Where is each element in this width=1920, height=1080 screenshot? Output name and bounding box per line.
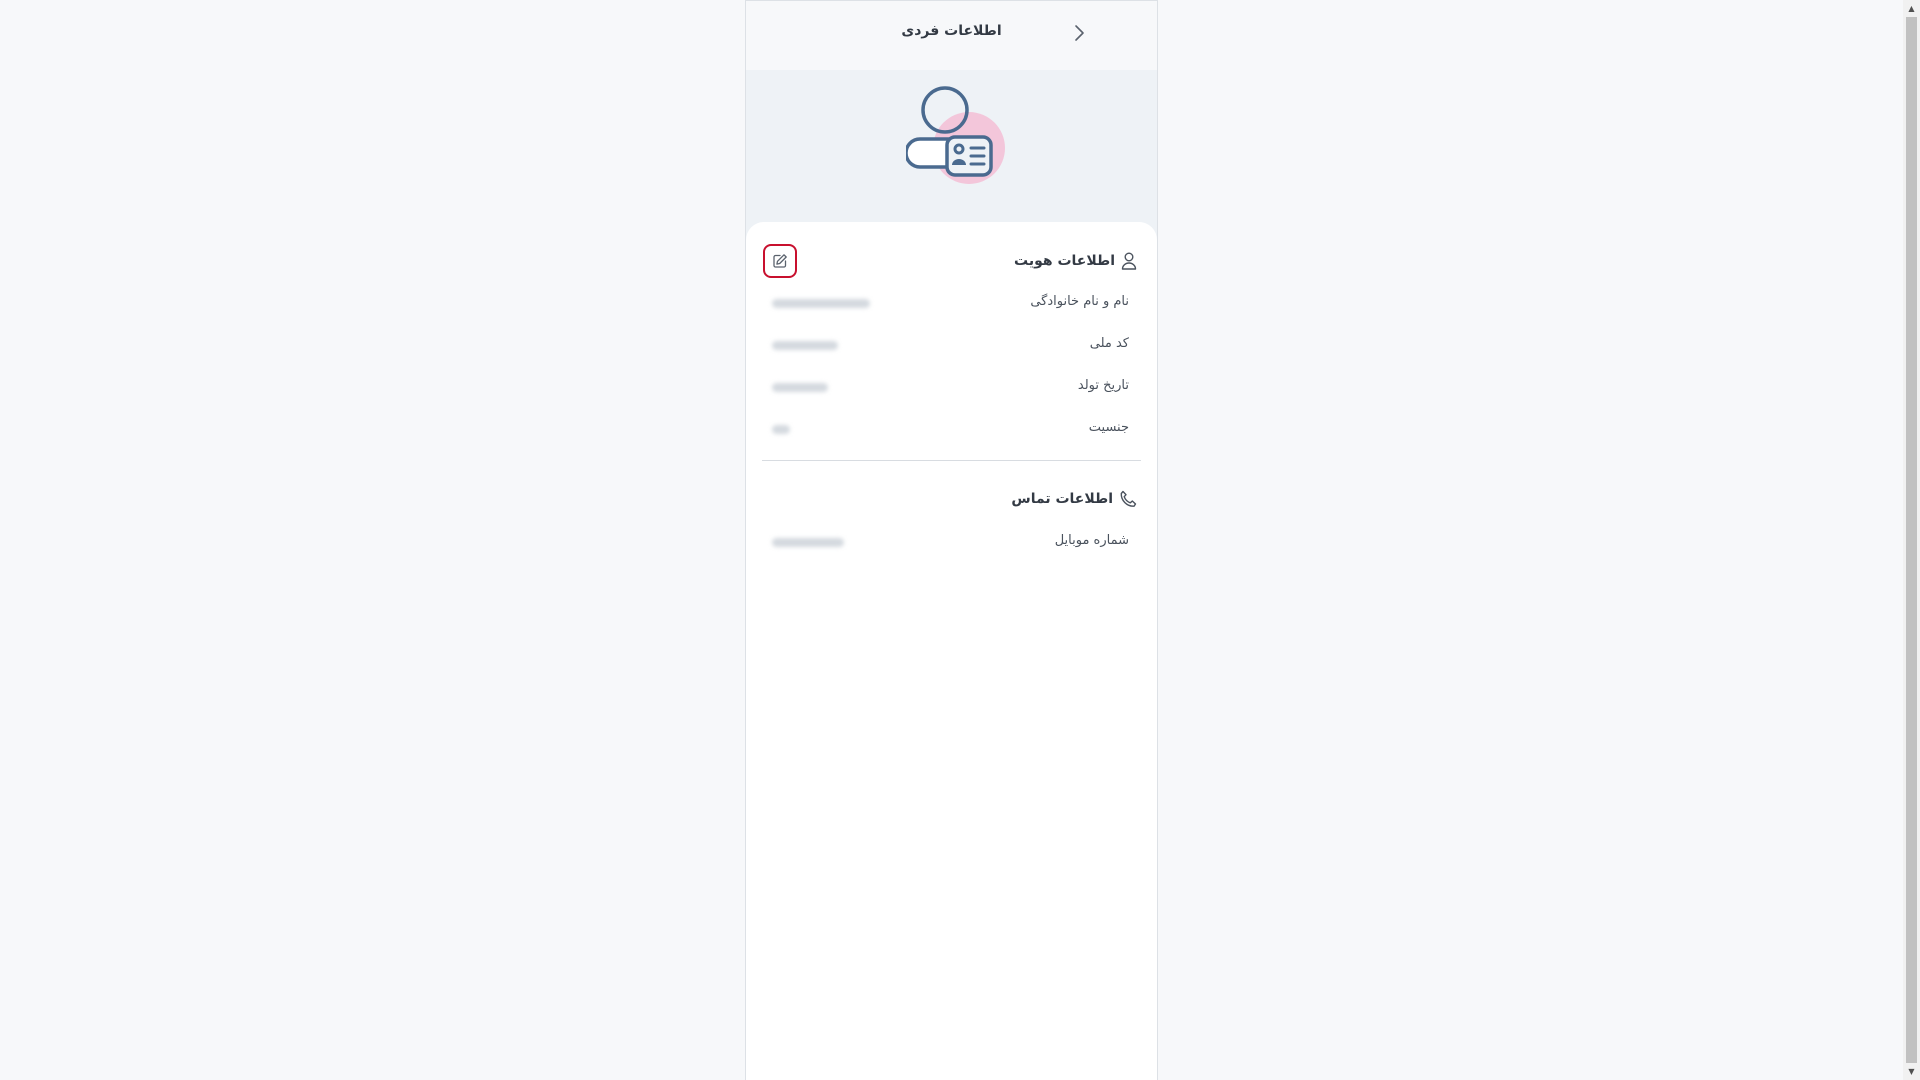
identity-section-title: اطلاعات هویت	[1014, 253, 1115, 269]
scrollbar-thumb[interactable]	[1906, 17, 1917, 1063]
field-label: شماره موبایل	[1054, 533, 1129, 548]
page-title: اطلاعات فردی	[901, 23, 1002, 39]
profile-card-illustration-icon	[906, 86, 1005, 184]
field-value-redacted	[772, 299, 870, 308]
field-birth-date: تاریخ تولد	[772, 378, 1129, 398]
field-full-name: نام و نام خانوادگی	[772, 294, 1129, 314]
field-label: کد ملی	[1089, 336, 1129, 351]
field-mobile-number: شماره موبایل	[772, 533, 1129, 553]
field-value-redacted	[772, 383, 828, 392]
scroll-up-icon[interactable]: ▲	[1903, 0, 1920, 17]
field-label: جنسیت	[1088, 420, 1129, 435]
scroll-down-icon[interactable]: ▼	[1903, 1063, 1920, 1080]
top-bar: اطلاعات فردی	[746, 0, 1157, 70]
info-card: اطلاعات هویت نام و نام خانوادگی کد ملی ت…	[746, 222, 1157, 1080]
field-gender: جنسیت	[772, 420, 1129, 440]
contact-section-title: اطلاعات تماس	[1011, 491, 1113, 507]
field-value-redacted	[772, 425, 790, 434]
chevron-right-icon	[1075, 25, 1084, 41]
edit-identity-button[interactable]	[763, 244, 797, 278]
phone-icon	[1120, 490, 1137, 507]
field-national-code: کد ملی	[772, 336, 1129, 356]
contact-section-header: اطلاعات تماس	[1011, 488, 1137, 510]
field-value-redacted	[772, 341, 838, 350]
back-button[interactable]	[1067, 21, 1091, 45]
profile-hero	[746, 70, 1157, 240]
vertical-scrollbar[interactable]: ▲ ▼	[1903, 0, 1920, 1080]
identity-section-header: اطلاعات هویت	[1014, 250, 1137, 272]
edit-icon	[773, 254, 787, 268]
field-label: نام و نام خانوادگی	[1030, 294, 1129, 309]
section-divider	[762, 460, 1141, 461]
app-frame: اطلاعات فردی اطلاعات هویت نام و نام خانو…	[745, 0, 1158, 1080]
field-value-redacted	[772, 538, 844, 547]
user-icon	[1121, 252, 1137, 270]
field-label: تاریخ تولد	[1077, 378, 1129, 393]
